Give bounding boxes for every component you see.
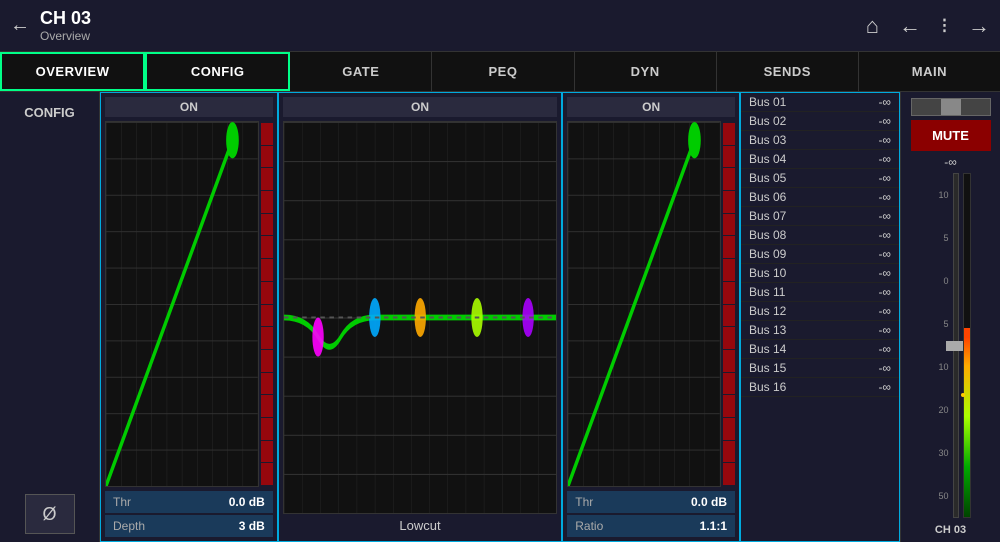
gate-info: Thr 0.0 dB Depth 3 dB [105,491,273,537]
header-title: CH 03 Overview [40,8,866,43]
sends-row[interactable]: Bus 02-∞ [741,112,899,131]
arrow-back-icon[interactable]: ← [899,13,921,39]
sends-panel: Bus 01-∞Bus 02-∞Bus 03-∞Bus 04-∞Bus 05-∞… [740,92,900,542]
header: ← CH 03 Overview ⌂ ← ⁝ → [0,0,1000,52]
channel-sub: Overview [40,29,866,43]
fader-track[interactable] [953,173,959,518]
sends-row[interactable]: Bus 04-∞ [741,150,899,169]
tab-gate[interactable]: GATE [290,52,432,91]
dyn-ratio-row[interactable]: Ratio 1.1:1 [567,515,735,537]
sends-row[interactable]: Bus 11-∞ [741,283,899,302]
sends-row[interactable]: Bus 13-∞ [741,321,899,340]
tab-overview[interactable]: OVERVIEW [0,52,145,91]
fader-area: 10 5 0 5 10 20 30 50 [905,173,996,518]
sends-row[interactable]: Bus 14-∞ [741,340,899,359]
eq-grid [283,121,558,514]
sends-row[interactable]: Bus 08-∞ [741,226,899,245]
dyn-thr-row[interactable]: Thr 0.0 dB [567,491,735,513]
grid-icon[interactable]: ⁝ [941,13,948,39]
sends-row[interactable]: Bus 03-∞ [741,131,899,150]
config-panel: CONFIG Ø [0,92,100,542]
channel-name: CH 03 [40,8,866,29]
tab-sends[interactable]: SENDS [717,52,859,91]
eq-on-button[interactable]: ON [283,97,558,117]
home-icon[interactable]: ⌂ [866,13,879,39]
lowcut-label: Lowcut [283,514,558,537]
right-panel: MUTE -∞ 10 5 0 5 10 20 30 50 [900,92,1000,542]
phase-button[interactable]: Ø [25,494,75,534]
sends-row[interactable]: Bus 10-∞ [741,264,899,283]
sends-row[interactable]: Bus 05-∞ [741,169,899,188]
ch-label-bottom: CH 03 [935,524,966,536]
sends-row[interactable]: Bus 16-∞ [741,378,899,397]
tab-peq[interactable]: PEQ [432,52,574,91]
config-label: CONFIG [24,105,75,120]
tab-config[interactable]: CONFIG [145,52,290,91]
sends-row[interactable]: Bus 09-∞ [741,245,899,264]
dyn-vu-strip [723,121,735,487]
main-content: CONFIG Ø ON [0,92,1000,542]
gate-grid [105,121,259,487]
gate-on-button[interactable]: ON [105,97,273,117]
arrow-forward-icon[interactable]: → [968,13,990,39]
sends-row[interactable]: Bus 01-∞ [741,93,899,112]
right-vu-meter [963,173,971,518]
eq-panel: ON Lowcut [278,92,563,542]
dyn-on-button[interactable]: ON [567,97,735,117]
tabs-bar: OVERVIEW CONFIG GATE PEQ DYN SENDS MAIN [0,52,1000,92]
sends-row[interactable]: Bus 15-∞ [741,359,899,378]
gate-panel: ON [100,92,278,542]
dyn-info: Thr 0.0 dB Ratio 1.1:1 [567,491,735,537]
sends-row[interactable]: Bus 06-∞ [741,188,899,207]
gate-vu-strip [261,121,273,487]
header-icons: ⌂ ← ⁝ → [866,13,990,39]
dyn-panel: ON [562,92,740,542]
gate-depth-row[interactable]: Depth 3 dB [105,515,273,537]
fader-value: -∞ [944,155,957,169]
dyn-grid [567,121,721,487]
sends-row[interactable]: Bus 12-∞ [741,302,899,321]
vu-marker [961,393,965,397]
back-button[interactable]: ← [10,14,30,37]
tab-dyn[interactable]: DYN [575,52,717,91]
gate-thr-row[interactable]: Thr 0.0 dB [105,491,273,513]
mute-button[interactable]: MUTE [911,120,991,151]
sends-row[interactable]: Bus 07-∞ [741,207,899,226]
tab-main[interactable]: MAIN [859,52,1000,91]
